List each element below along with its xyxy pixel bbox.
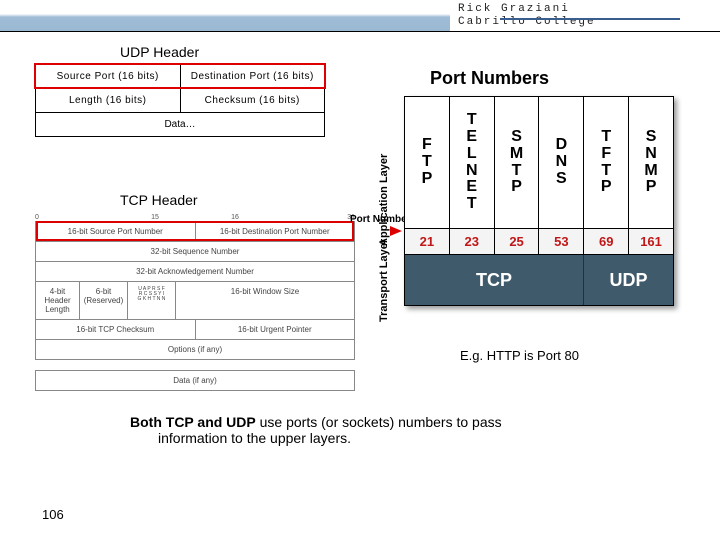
app-dns: DNS — [539, 97, 584, 229]
udp-dst-port: Destination Port (16 bits) — [181, 65, 325, 88]
ports-grid: FTP TELNET SMTP DNS TFTP SNMP 21 23 25 5… — [404, 96, 674, 306]
app-snmp: SNMP — [629, 97, 673, 229]
example-text: E.g. HTTP is Port 80 — [460, 348, 579, 363]
udp-header-diagram: Source Port (16 bits) Destination Port (… — [35, 64, 325, 137]
port-69: 69 — [584, 229, 629, 255]
protocol-row: TCP UDP — [405, 255, 673, 305]
tcp-seq: 32-bit Sequence Number — [36, 242, 354, 261]
apps-row: FTP TELNET SMTP DNS TFTP SNMP — [405, 97, 673, 229]
banner-author: Rick Graziani Cabrillo College — [450, 0, 720, 31]
summary-rest1: use ports (or sockets) numbers to pass — [256, 414, 502, 430]
author-org: Cabrillo College — [458, 16, 596, 28]
app-smtp: SMTP — [495, 97, 540, 229]
tcp-window: 16-bit Window Size — [176, 282, 354, 319]
port-numbers-figure: Application Layer Transport Layer Port N… — [380, 96, 690, 326]
proto-udp: UDP — [584, 255, 673, 305]
tcp-reserved: 6-bit (Reserved) — [80, 282, 128, 319]
port-161: 161 — [629, 229, 673, 255]
tcp-bit-scale: 0 15 16 31 — [35, 214, 355, 221]
tcp-urgent: 16-bit Urgent Pointer — [196, 320, 355, 339]
banner-gradient — [0, 0, 450, 31]
app-tftp: TFTP — [584, 97, 629, 229]
proto-tcp: TCP — [405, 255, 584, 305]
tcp-options: Options (if any) — [36, 340, 354, 359]
udp-data: Data… — [36, 112, 324, 136]
tcp-header-title: TCP Header — [120, 192, 198, 208]
port-numbers-title: Port Numbers — [430, 68, 549, 89]
slide-banner: Rick Graziani Cabrillo College — [0, 0, 720, 32]
arrow-icon — [390, 226, 402, 236]
tcp-src-port: 16-bit Source Port Number — [36, 222, 196, 241]
tcp-data: Data (if any) — [36, 371, 354, 390]
udp-src-port: Source Port (16 bits) — [36, 65, 181, 88]
port-53: 53 — [539, 229, 584, 255]
summary-rest2: information to the upper layers. — [130, 430, 351, 446]
tcp-ack: 32-bit Acknowledgement Number — [36, 262, 354, 281]
udp-length: Length (16 bits) — [36, 89, 181, 112]
udp-header-title: UDP Header — [120, 44, 199, 60]
tcp-checksum: 16-bit TCP Checksum — [36, 320, 196, 339]
summary-text: Both TCP and UDP use ports (or sockets) … — [130, 414, 670, 446]
page-number: 106 — [42, 507, 64, 522]
axis-label-transport: Transport Layer — [378, 239, 390, 322]
app-telnet: TELNET — [450, 97, 495, 229]
tcp-hdrlen: 4-bit Header Length — [36, 282, 80, 319]
author-name: Rick Graziani — [458, 3, 570, 15]
app-ftp: FTP — [405, 97, 450, 229]
tcp-dst-port: 16-bit Destination Port Number — [196, 222, 355, 241]
port-25: 25 — [495, 229, 540, 255]
summary-bold: Both TCP and UDP — [130, 414, 256, 430]
port-21: 21 — [405, 229, 450, 255]
port-numbers-row: 21 23 25 53 69 161 — [405, 229, 673, 255]
axis-label-application: Application Layer — [378, 154, 390, 246]
port-23: 23 — [450, 229, 495, 255]
tcp-flags: U A P R S F R C S S Y I G K H T N N — [128, 282, 176, 319]
udp-checksum: Checksum (16 bits) — [181, 89, 325, 112]
tcp-header-diagram: 0 15 16 31 16-bit Source Port Number 16-… — [35, 214, 355, 391]
